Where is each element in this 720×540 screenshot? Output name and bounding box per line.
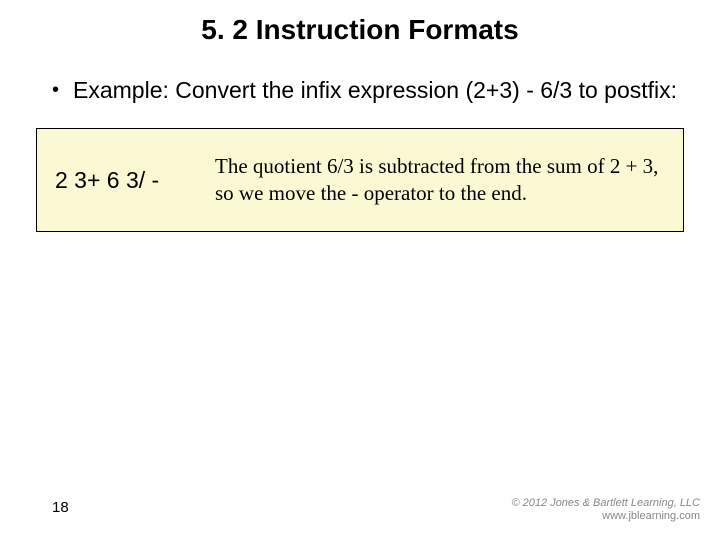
postfix-expression: 2 3+ 6 3/ - [55,167,215,194]
bullet-text: Example: Convert the infix expression (2… [73,76,677,106]
bullet-marker: • [52,76,59,104]
copyright-block: © 2012 Jones & Bartlett Learning, LLC ww… [512,497,701,525]
copyright-line: © 2012 Jones & Bartlett Learning, LLC [512,497,701,511]
slide-title: 5. 2 Instruction Formats [0,0,720,46]
explanation-text: The quotient 6/3 is subtracted from the … [215,153,665,208]
copyright-url: www.jblearning.com [512,510,701,524]
bullet-item: • Example: Convert the infix expression … [0,76,720,106]
example-box: 2 3+ 6 3/ - The quotient 6/3 is subtract… [36,128,684,233]
page-number: 18 [52,499,69,516]
